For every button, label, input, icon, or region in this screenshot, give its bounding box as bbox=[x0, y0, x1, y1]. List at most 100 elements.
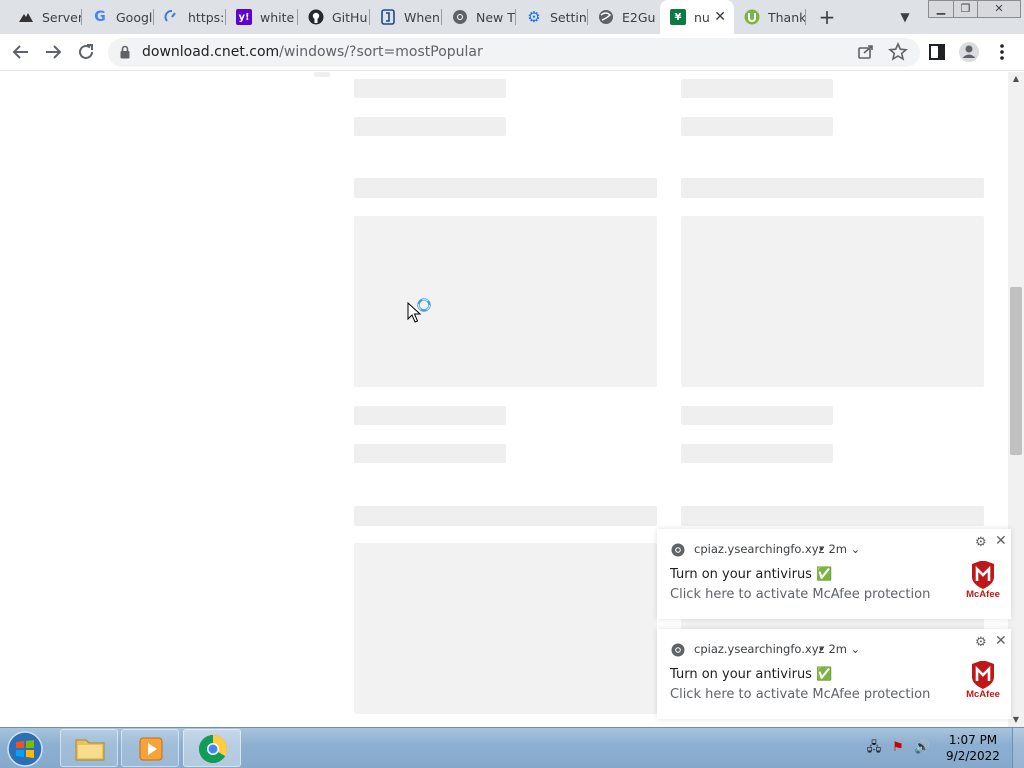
scroll-up-arrow-icon[interactable]: ▲ bbox=[1008, 72, 1024, 86]
tab-search-chevron-icon[interactable]: ▼ bbox=[894, 6, 916, 28]
tab-title: When bbox=[404, 9, 440, 25]
skeleton-text-line bbox=[681, 444, 833, 463]
tab-server[interactable]: Server bbox=[8, 0, 82, 34]
skeleton-heading bbox=[681, 178, 984, 198]
skeleton-text-line bbox=[681, 406, 833, 425]
notification-card[interactable]: cpiaz.ysearchingfo.xyz • 2m ⌄ ⚙ ✕ Turn o… bbox=[657, 529, 1011, 619]
close-icon[interactable]: ✕ bbox=[995, 533, 1007, 549]
skeleton-heading bbox=[681, 506, 984, 526]
tab-when[interactable]: When bbox=[370, 0, 442, 34]
new-tab-button[interactable]: + bbox=[815, 5, 839, 29]
tab-white[interactable]: y! white bbox=[226, 0, 298, 34]
notification-source: cpiaz.ysearchingfo.xyz bbox=[694, 642, 825, 656]
close-window-button[interactable]: ✕ bbox=[977, 0, 1021, 18]
tab-title: GitHu bbox=[332, 9, 368, 25]
tab-title: nu bbox=[694, 9, 710, 25]
skeleton-block bbox=[314, 72, 330, 77]
action-center-flag-icon[interactable]: ⚑ bbox=[890, 740, 906, 756]
mcafee-logo-text: McAfee bbox=[966, 689, 1000, 700]
tab-title: Thank bbox=[768, 9, 806, 25]
side-panel-icon[interactable] bbox=[925, 40, 949, 64]
chrome-icon bbox=[671, 643, 685, 657]
chrome-icon bbox=[452, 9, 468, 25]
volume-icon[interactable]: 🔊 bbox=[914, 740, 930, 756]
media-player-icon bbox=[139, 737, 163, 761]
clock-date: 9/2/2022 bbox=[946, 749, 1000, 763]
skeleton-text-line bbox=[354, 117, 506, 136]
notification-message: Click here to activate McAfee protection bbox=[670, 587, 931, 602]
speed-icon bbox=[164, 9, 180, 25]
tab-google[interactable]: G Google bbox=[82, 0, 154, 34]
close-icon[interactable]: ✕ bbox=[995, 633, 1007, 649]
chrome-icon bbox=[671, 543, 685, 557]
cnet-icon: ¥ bbox=[670, 9, 686, 25]
close-tab-icon[interactable]: ✕ bbox=[714, 9, 726, 25]
system-clock[interactable]: 1:07 PM 9/2/2022 bbox=[940, 732, 1006, 764]
profile-avatar-icon[interactable] bbox=[957, 40, 981, 64]
tab-new-tab[interactable]: New T bbox=[442, 0, 516, 34]
media-player-taskbar-button[interactable] bbox=[121, 729, 179, 767]
reload-icon[interactable] bbox=[74, 40, 98, 64]
menu-kebab-icon[interactable] bbox=[990, 40, 1014, 64]
lock-icon bbox=[120, 45, 130, 59]
skeleton-text-line bbox=[354, 79, 506, 98]
google-icon: G bbox=[94, 9, 106, 25]
scroll-thumb[interactable] bbox=[1010, 287, 1022, 455]
tab-thank[interactable]: Thank bbox=[734, 0, 806, 34]
forward-icon[interactable] bbox=[41, 40, 65, 64]
globe-icon bbox=[598, 9, 614, 25]
skeleton-image bbox=[681, 216, 984, 387]
bookmark-star-icon[interactable] bbox=[886, 40, 910, 64]
utorrent-icon bbox=[744, 9, 760, 25]
notification-title: Turn on your antivirus ✅ bbox=[670, 667, 833, 682]
notification-source: cpiaz.ysearchingfo.xyz bbox=[694, 542, 825, 556]
browser-toolbar: download.cnet.com/windows/?sort=mostPopu… bbox=[0, 34, 1024, 71]
url-text: download.cnet.com/windows/?sort=mostPopu… bbox=[142, 44, 483, 60]
skeleton-text-line bbox=[354, 406, 506, 425]
mcafee-logo-text: McAfee bbox=[966, 589, 1000, 600]
skeleton-image bbox=[354, 216, 657, 387]
notification-card[interactable]: cpiaz.ysearchingfo.xyz • 2m ⌄ ⚙ ✕ Turn o… bbox=[657, 629, 1011, 719]
folder-icon bbox=[75, 739, 105, 761]
network-icon[interactable]: 🖧 bbox=[866, 740, 882, 756]
settings-icon: ⚙ bbox=[527, 8, 541, 26]
tab-cnet-active[interactable]: ¥ nu ✕ bbox=[660, 0, 734, 34]
address-bar[interactable]: download.cnet.com/windows/?sort=mostPopu… bbox=[108, 38, 920, 67]
share-icon[interactable] bbox=[854, 40, 878, 64]
notification-title: Turn on your antivirus ✅ bbox=[670, 567, 833, 582]
back-icon[interactable] bbox=[9, 40, 33, 64]
chrome-taskbar-button[interactable] bbox=[183, 729, 241, 767]
clock-time: 1:07 PM bbox=[948, 733, 998, 747]
github-icon bbox=[308, 9, 324, 25]
url-domain: download.cnet.com bbox=[142, 44, 280, 60]
server-icon bbox=[18, 9, 34, 25]
skeleton-heading bbox=[354, 178, 657, 198]
tab-title: E2Gu bbox=[622, 9, 656, 25]
gear-icon[interactable]: ⚙ bbox=[975, 635, 987, 650]
show-desktop-button[interactable] bbox=[1012, 728, 1024, 768]
tab-title: white bbox=[260, 9, 295, 25]
tab-title: Settin bbox=[550, 9, 587, 25]
notification-time: • 2m ⌄ bbox=[818, 642, 861, 656]
chrome-icon bbox=[199, 735, 227, 763]
tab-github[interactable]: GitHu bbox=[298, 0, 370, 34]
tab-strip: Server G Google https: y! white GitHu Wh… bbox=[0, 0, 1024, 34]
busy-cursor-icon bbox=[407, 298, 431, 323]
skeleton-text-line bbox=[681, 79, 833, 98]
yahoo-icon: y! bbox=[236, 9, 252, 25]
restore-button[interactable]: ❐ bbox=[953, 0, 978, 18]
skeleton-image bbox=[354, 543, 657, 714]
tab-settings[interactable]: ⚙ Settin bbox=[516, 0, 588, 34]
mcafee-logo: McAfee bbox=[963, 560, 1003, 601]
windows-taskbar: 🖧 ⚑ 🔊 1:07 PM 9/2/2022 bbox=[0, 727, 1024, 768]
tab-e2gu[interactable]: E2Gu bbox=[588, 0, 660, 34]
windows-start-button[interactable] bbox=[5, 730, 45, 767]
file-explorer-taskbar-button[interactable] bbox=[60, 729, 118, 767]
skeleton-text-line bbox=[681, 117, 833, 136]
mcafee-shield-icon bbox=[972, 660, 994, 689]
tab-https[interactable]: https: bbox=[154, 0, 226, 34]
bracket-icon bbox=[380, 9, 396, 25]
gear-icon[interactable]: ⚙ bbox=[975, 535, 987, 550]
minimize-button[interactable]: ▁ bbox=[928, 0, 954, 18]
skeleton-heading bbox=[354, 506, 657, 526]
